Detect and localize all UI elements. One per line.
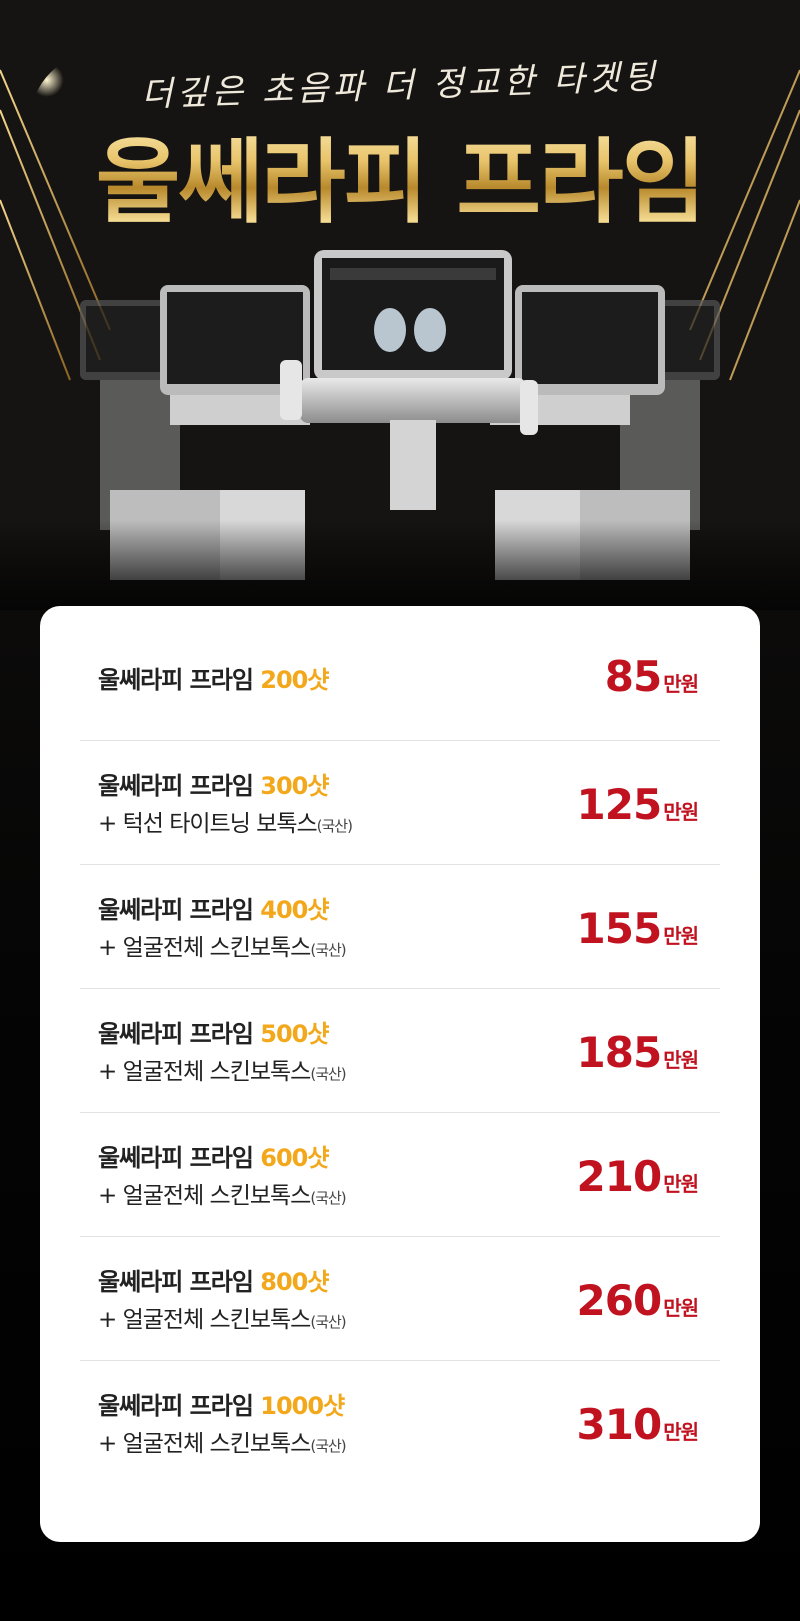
- bonus-item: + 얼굴전체 스킨보톡스(국산): [98, 1059, 347, 1085]
- treatment-name: 울쎄라피 프라임 600샷: [98, 1144, 329, 1172]
- treatment-name: 울쎄라피 프라임 800샷: [98, 1268, 329, 1296]
- shot-count: 300샷: [260, 772, 329, 800]
- price-row: 울쎄라피 프라임 1000샷 + 얼굴전체 스킨보톡스(국산) 310 만원: [80, 1360, 720, 1484]
- bonus-item: + 턱선 타이트닝 보톡스(국산): [98, 811, 353, 837]
- price-value: 85 만원: [604, 652, 699, 701]
- shot-count: 400샷: [260, 896, 329, 924]
- treatment-name: 울쎄라피 프라임 400샷: [98, 896, 329, 924]
- treatment-name: 울쎄라피 프라임 200샷: [98, 666, 329, 694]
- price-value: 260 만원: [576, 1276, 699, 1325]
- bonus-item: + 얼굴전체 스킨보톡스(국산): [98, 935, 347, 961]
- price-row: 울쎄라피 프라임 800샷 + 얼굴전체 스킨보톡스(국산) 260 만원: [80, 1236, 720, 1361]
- price-row: 울쎄라피 프라임 500샷 + 얼굴전체 스킨보톡스(국산) 185 만원: [80, 988, 720, 1113]
- price-value: 155 만원: [576, 904, 699, 953]
- price-value: 210 만원: [576, 1152, 699, 1201]
- price-value: 310 만원: [576, 1400, 699, 1449]
- price-row: 울쎄라피 프라임 300샷 + 턱선 타이트닝 보톡스(국산) 125 만원: [80, 740, 720, 865]
- bonus-item: + 얼굴전체 스킨보톡스(국산): [98, 1183, 347, 1209]
- hero-title: 울쎄라피 프라임: [0, 108, 800, 241]
- bonus-item: + 얼굴전체 스킨보톡스(국산): [98, 1431, 347, 1457]
- shot-count: 500샷: [260, 1020, 329, 1048]
- bonus-item: + 얼굴전체 스킨보톡스(국산): [98, 1307, 347, 1333]
- treatment-name: 울쎄라피 프라임 500샷: [98, 1020, 329, 1048]
- price-value: 125 만원: [576, 780, 699, 829]
- price-row: 울쎄라피 프라임 600샷 + 얼굴전체 스킨보톡스(국산) 210 만원: [80, 1112, 720, 1237]
- page: 더깊은 초음파 더 정교한 타겟팅 울쎄라피 프라임 울쎄라피 프라임 200샷…: [0, 0, 800, 1621]
- price-card: 울쎄라피 프라임 200샷 85 만원 울쎄라피 프라임 300샷 + 턱선 타이…: [40, 606, 760, 1542]
- shot-count: 600샷: [260, 1144, 329, 1172]
- treatment-name: 울쎄라피 프라임 1000샷: [98, 1392, 345, 1420]
- shot-count: 200샷: [260, 666, 329, 694]
- price-row: 울쎄라피 프라임 200샷 85 만원: [80, 616, 720, 741]
- treatment-name: 울쎄라피 프라임 300샷: [98, 772, 329, 800]
- shot-count: 800샷: [260, 1268, 329, 1296]
- price-row: 울쎄라피 프라임 400샷 + 얼굴전체 스킨보톡스(국산) 155 만원: [80, 864, 720, 989]
- hero-banner: 더깊은 초음파 더 정교한 타겟팅 울쎄라피 프라임: [0, 0, 800, 610]
- price-value: 185 만원: [576, 1028, 699, 1077]
- shot-count: 1000샷: [260, 1392, 345, 1420]
